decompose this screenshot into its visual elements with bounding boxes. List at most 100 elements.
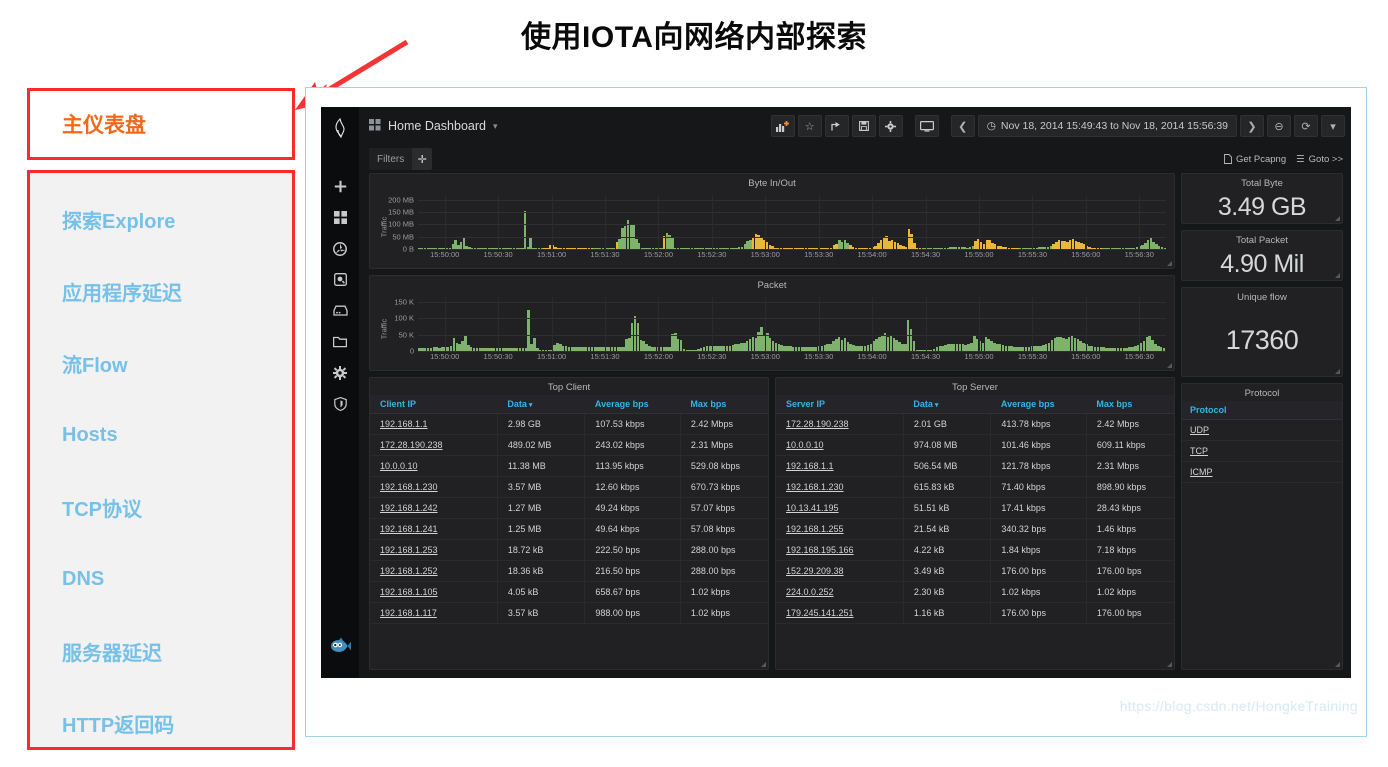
table-row[interactable]: 172.28.190.238 489.02 MB 243.02 kbps 2.31 M…: [370, 434, 768, 456]
table-row[interactable]: 192.168.1.241 1.25 MB 49.64 kbps 57.08 kbps: [370, 518, 768, 540]
cell-ip-link[interactable]: 192.168.1.241: [370, 518, 498, 540]
cell-ip-link[interactable]: 192.168.1.252: [370, 560, 498, 582]
table-row[interactable]: 192.168.1.1 506.54 MB 121.78 kbps 2.31 Mbps: [776, 455, 1174, 477]
column-header[interactable]: Average bps: [990, 395, 1087, 414]
breadcrumb[interactable]: Home Dashboard ▾: [369, 118, 498, 134]
cell-ip-link[interactable]: 192.168.1.230: [370, 476, 498, 498]
column-header[interactable]: Client IP: [370, 395, 498, 414]
server-icon[interactable]: [321, 295, 359, 326]
sidebar-item-server-latency[interactable]: 服务器延迟: [30, 615, 292, 687]
grafana-logo-icon[interactable]: [332, 117, 348, 143]
table-row[interactable]: 192.168.1.1 2.98 GB 107.53 kbps 2.42 Mbps: [370, 413, 768, 435]
cell-ip-link[interactable]: 179.245.141.251: [776, 602, 904, 624]
table-row[interactable]: 10.0.0.10 11.38 MB 113.95 kbps 529.08 kbps: [370, 455, 768, 477]
sidebar-item-tcp[interactable]: TCP协议: [30, 471, 292, 543]
column-header[interactable]: Data ▾: [903, 395, 991, 414]
zoom-out-button[interactable]: ⊖: [1267, 115, 1291, 137]
goto-button[interactable]: ☰ Goto >>: [1296, 154, 1343, 165]
table-row[interactable]: 192.168.1.253 18.72 kB 222.50 bps 288.00 bp…: [370, 539, 768, 561]
table-row[interactable]: 192.168.195.166 4.22 kB 1.84 kbps 7.18 kbps: [776, 539, 1174, 561]
add-panel-button[interactable]: [770, 115, 795, 137]
column-header[interactable]: Max bps: [1086, 395, 1174, 414]
column-header[interactable]: Max bps: [680, 395, 768, 414]
table-row[interactable]: ICMP: [1182, 461, 1342, 483]
alerting-icon[interactable]: [321, 264, 359, 295]
time-prev-button[interactable]: ❮: [950, 115, 975, 137]
panel-top-client[interactable]: Top Client Client IP Data ▾ Average bps Max…: [369, 377, 769, 670]
filters-control[interactable]: Filters ✛: [369, 148, 433, 170]
cell-ip-link[interactable]: 192.168.1.253: [370, 539, 498, 561]
cell-ip-link[interactable]: 10.13.41.195: [776, 497, 904, 519]
shield-icon[interactable]: [321, 388, 359, 419]
sidebar-item-flow[interactable]: 流Flow: [30, 327, 292, 399]
table-row[interactable]: TCP: [1182, 440, 1342, 462]
settings-gear-button[interactable]: [878, 115, 903, 137]
cell-ip-link[interactable]: 224.0.0.252: [776, 581, 904, 603]
cell-ip-link[interactable]: TCP: [1182, 440, 1342, 462]
cell-ip-link[interactable]: 192.168.1.117: [370, 602, 498, 624]
table-row[interactable]: 192.168.1.252 18.36 kB 216.50 bps 288.00 bp…: [370, 560, 768, 582]
sidebar-item-app-latency[interactable]: 应用程序延迟: [30, 255, 292, 327]
cell-ip-link[interactable]: 192.168.1.105: [370, 581, 498, 603]
panel-total-packet[interactable]: Total Packet 4.90 Mil: [1181, 230, 1343, 281]
column-header[interactable]: Server IP: [776, 395, 904, 414]
share-button[interactable]: [824, 115, 849, 137]
table-row[interactable]: 10.0.0.10 974.08 MB 101.46 kbps 609.11 kbps: [776, 434, 1174, 456]
refresh-button[interactable]: ⟳: [1294, 115, 1318, 137]
cell-ip-link[interactable]: ICMP: [1182, 461, 1342, 483]
cell-ip-link[interactable]: 10.0.0.10: [370, 455, 498, 477]
sidebar-item-main-dashboard[interactable]: 主仪表盘: [27, 88, 295, 160]
column-header[interactable]: Data ▾: [497, 395, 585, 414]
cell-ip-link[interactable]: UDP: [1182, 419, 1342, 441]
explore-compass-icon[interactable]: [321, 233, 359, 264]
chevron-down-icon[interactable]: ▾: [493, 121, 498, 132]
panel-top-server[interactable]: Top Server Server IP Data ▾ Average bps Max…: [775, 377, 1175, 670]
panel-byte-in-out[interactable]: Byte In/Out Traffic 0 B 50 MB 100 MB 150 MB…: [369, 173, 1175, 269]
folder-icon[interactable]: [321, 326, 359, 357]
table-row[interactable]: 192.168.1.230 3.57 MB 12.60 kbps 670.73 kbp…: [370, 476, 768, 498]
table-row[interactable]: 192.168.1.230 615.83 kB 71.40 kbps 898.90 k…: [776, 476, 1174, 498]
table-row[interactable]: 192.168.1.255 21.54 kB 340.32 bps 1.46 kbps: [776, 518, 1174, 540]
panel-protocol[interactable]: Protocol Protocol UDP TCP ICMP: [1181, 383, 1343, 670]
gear-icon[interactable]: [321, 357, 359, 388]
table-row[interactable]: 10.13.41.195 51.51 kB 17.41 kbps 28.43 kbps: [776, 497, 1174, 519]
sidebar-item-dns[interactable]: DNS: [30, 543, 292, 615]
cell-ip-link[interactable]: 192.168.1.1: [370, 413, 498, 435]
table-row[interactable]: 192.168.1.242 1.27 MB 49.24 kbps 57.07 kbps: [370, 497, 768, 519]
table-row[interactable]: 172.28.190.238 2.01 GB 413.78 kbps 2.42 Mbp…: [776, 413, 1174, 435]
cell-ip-link[interactable]: 172.28.190.238: [776, 413, 904, 435]
column-header[interactable]: Protocol: [1182, 401, 1342, 420]
cell-ip-link[interactable]: 192.168.1.242: [370, 497, 498, 519]
table-row[interactable]: 192.168.1.117 3.57 kB 988.00 bps 1.02 kbps: [370, 602, 768, 624]
dashboards-grid-icon[interactable]: [321, 202, 359, 233]
panel-total-byte[interactable]: Total Byte 3.49 GB: [1181, 173, 1343, 224]
table-row[interactable]: 179.245.141.251 1.16 kB 176.00 bps 176.00 b…: [776, 602, 1174, 624]
cell-ip-link[interactable]: 152.29.209.38: [776, 560, 904, 582]
cell-ip-link[interactable]: 192.168.195.166: [776, 539, 904, 561]
cell-ip-link[interactable]: 192.168.1.230: [776, 476, 904, 498]
cell-ip-link[interactable]: 192.168.1.255: [776, 518, 904, 540]
sidebar-item-http-status[interactable]: HTTP返回码: [30, 687, 292, 759]
table-row[interactable]: 224.0.0.252 2.30 kB 1.02 kbps 1.02 kbps: [776, 581, 1174, 603]
panel-packet[interactable]: Packet Traffic 0 50 K 100 K 150 K 15:50:00 1…: [369, 275, 1175, 371]
cell-ip-link[interactable]: 172.28.190.238: [370, 434, 498, 456]
time-next-button[interactable]: ❯: [1240, 115, 1264, 137]
time-range-picker[interactable]: ◷ Nov 18, 2014 15:49:43 to Nov 18, 2014 …: [977, 115, 1237, 137]
get-pcapng-button[interactable]: Get Pcapng: [1224, 154, 1286, 165]
column-header[interactable]: Average bps: [584, 395, 681, 414]
cell-ip-link[interactable]: 192.168.1.1: [776, 455, 904, 477]
table-row[interactable]: 152.29.209.38 3.49 kB 176.00 bps 176.00 bps: [776, 560, 1174, 582]
star-button[interactable]: ☆: [797, 115, 822, 137]
save-button[interactable]: [851, 115, 876, 137]
refresh-interval-caret[interactable]: ▾: [1321, 115, 1345, 137]
table-row[interactable]: 192.168.1.105 4.05 kB 658.67 bps 1.02 kbps: [370, 581, 768, 603]
plus-icon[interactable]: [321, 171, 359, 202]
table-row[interactable]: UDP: [1182, 419, 1342, 441]
tv-mode-button[interactable]: [914, 115, 939, 137]
user-avatar-fish-icon[interactable]: [328, 637, 352, 660]
sidebar-item-hosts[interactable]: Hosts: [30, 399, 292, 471]
sidebar-item-explore[interactable]: 探索Explore: [30, 183, 292, 255]
add-filter-button[interactable]: ✛: [412, 148, 433, 170]
panel-unique-flow[interactable]: Unique flow 17360: [1181, 287, 1343, 377]
cell-ip-link[interactable]: 10.0.0.10: [776, 434, 904, 456]
